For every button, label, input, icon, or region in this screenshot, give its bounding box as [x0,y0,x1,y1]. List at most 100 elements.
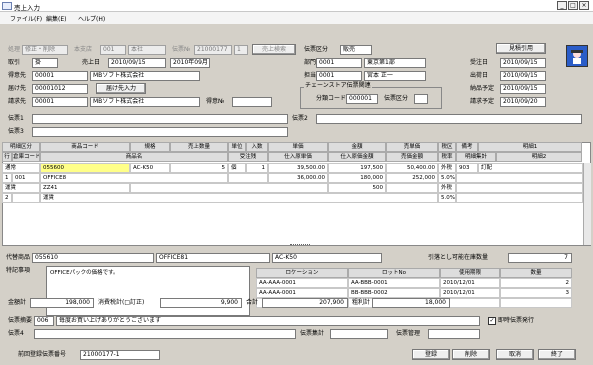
order-date-field[interactable]: 2010/09/15 [500,58,546,68]
chain-store-label: チェーンストア伝票関連 [304,81,372,91]
loc-header-1: ロケーション [256,268,348,278]
dept-label: 部門 [304,59,317,66]
sales-search-button[interactable]: 売上検索 [252,44,296,55]
sales-date-field[interactable]: 2010/09/15 [108,58,166,68]
row-detail1[interactable]: 訂配 [478,163,583,173]
loc-cell[interactable]: 2010/12/01 [440,288,500,298]
loc-cell[interactable]: 3 [500,288,572,298]
delete-button[interactable]: 削除 [452,349,490,360]
dept-code-field[interactable]: 0001 [316,58,362,68]
row-warehouse[interactable]: 001 [12,173,40,183]
slip-mgmt-field[interactable] [428,329,480,339]
amount-total-field: 198,000 [30,298,94,308]
row-sell-price[interactable]: 50,400.00 [386,163,438,173]
staff-code-field[interactable]: 0001 [316,71,362,81]
row-product-name[interactable]: OFFICE8 [40,173,228,183]
client-code-field[interactable]: 00001 [32,71,88,81]
alloc-qty-label: 引落とし可能在庫数量 [428,254,489,261]
menu-edit[interactable]: 編集(E) [46,14,66,23]
maximize-button[interactable]: □ [568,1,578,10]
estimate-button[interactable]: 見積引用 [496,43,546,54]
loc-cell[interactable]: BB-BBB-0002 [348,288,440,298]
loc-cell[interactable]: 2 [500,278,572,288]
grid-subheader-8: 税率 [438,152,456,162]
summary-text-field[interactable]: 毎度お買い上げありがとうございます [56,316,480,326]
row-price[interactable]: 39,500.00 [268,163,328,173]
bill-code-field[interactable]: 00001 [32,97,88,107]
slip1-field[interactable] [32,114,288,124]
instant-issue-checkbox[interactable]: ✓ [488,317,496,325]
splitter-handle[interactable] [290,244,310,247]
minimize-button[interactable]: _ [557,1,567,10]
slip2-field[interactable] [316,114,582,124]
note-textarea[interactable]: OFFICEパックの価格です。 [46,266,250,316]
row-product-code[interactable]: 055600 [40,163,130,173]
row-cost[interactable]: 36,000.00 [268,173,328,183]
branch-code-field[interactable]: 001 [100,45,126,55]
dest-input-button[interactable]: 届け先入力 [96,83,146,94]
loc-cell[interactable]: 2010/12/01 [440,278,500,288]
delivery-label: 納品予定 [470,85,495,92]
loc-cell[interactable]: AA-AAA-0001 [256,288,348,298]
row-kind[interactable]: 通常 [2,163,40,173]
row2-warehouse[interactable] [12,193,40,203]
bill-plan-label: 請求予定 [470,98,495,105]
user-avatar-icon[interactable] [566,45,588,67]
register-button[interactable]: 登録 [412,349,450,360]
chain-slip-kind-label: 伝票区分 [384,95,409,102]
row2-blank [130,183,328,193]
end-button[interactable]: 終了 [538,349,576,360]
dest-label: 届け先 [8,85,27,92]
row2-kind[interactable]: 運賃 [2,183,40,193]
slip4-field[interactable] [34,329,296,339]
row-qty[interactable]: 5 [170,163,228,173]
slip3-field[interactable] [32,127,288,137]
row2-product-name[interactable]: 運賃 [40,193,438,203]
grid-header-6: 入数 [246,142,268,152]
chain-slip-kind-field[interactable] [414,94,428,104]
grid-header-11: 備考 [456,142,478,152]
slip2-label: 伝票2 [292,115,308,122]
row2-sell [386,183,438,193]
loc-cell[interactable]: AA-AAA-0001 [256,278,348,288]
slip-kind-field[interactable]: 販売 [340,45,372,55]
slip-total-field[interactable] [330,329,388,339]
grid-scrollbar[interactable] [583,163,591,245]
row-spec[interactable]: AC-K50 [130,163,170,173]
grid-header-4: 売上数量 [170,142,228,152]
grid-subheader-1: 行 [2,152,12,162]
close-button[interactable]: × [579,1,589,10]
loc-cell[interactable] [500,298,572,308]
row2-amount: 500 [328,183,386,193]
slip-no-field[interactable]: 21000177 [194,45,232,55]
row-unit[interactable]: 個 [228,163,246,173]
cancel-button[interactable]: 取消 [496,349,534,360]
row-irisu[interactable]: 1 [246,163,268,173]
row2-tax[interactable]: 外税 [438,183,456,193]
mode-field[interactable]: 修正・削除 [22,45,68,55]
bill-plan-field[interactable]: 2010/09/20 [500,97,546,107]
menu-file[interactable]: ファイル(F) [10,14,42,23]
client-no-field[interactable] [232,97,272,107]
grid-header-10: 税区 [438,142,456,152]
slip-kind-label: 伝票区分 [304,46,329,53]
row2-product-code[interactable]: ZZ41 [40,183,130,193]
slip-sub-field[interactable]: 1 [234,45,248,55]
loc-cell[interactable]: AA-BBB-0001 [348,278,440,288]
delivery-date-field[interactable]: 2010/09/15 [500,84,546,94]
grid-subheader-10: 明細2 [496,152,582,162]
category-code-field[interactable]: 000001 [346,94,378,104]
summary-code-field[interactable]: 006 [34,316,54,326]
alt-product-code-field[interactable]: 055610 [32,253,154,263]
grand-total-label: 合計 [246,299,259,306]
grid-header-2: 商品コード [40,142,130,152]
ship-date-field[interactable]: 2010/09/15 [500,71,546,81]
row-tax[interactable]: 外税 [438,163,456,173]
bill-name-field: MBソフト株式会社 [90,97,200,107]
grid-subheader-4: 受注残 [228,152,268,162]
dest-code-field[interactable]: 00001012 [32,84,88,94]
row-note[interactable]: 903 [456,163,478,173]
trade-field[interactable]: 掛 [32,58,58,68]
row2-line: 2 [2,193,12,203]
menu-help[interactable]: ヘルプ(H) [78,14,105,23]
